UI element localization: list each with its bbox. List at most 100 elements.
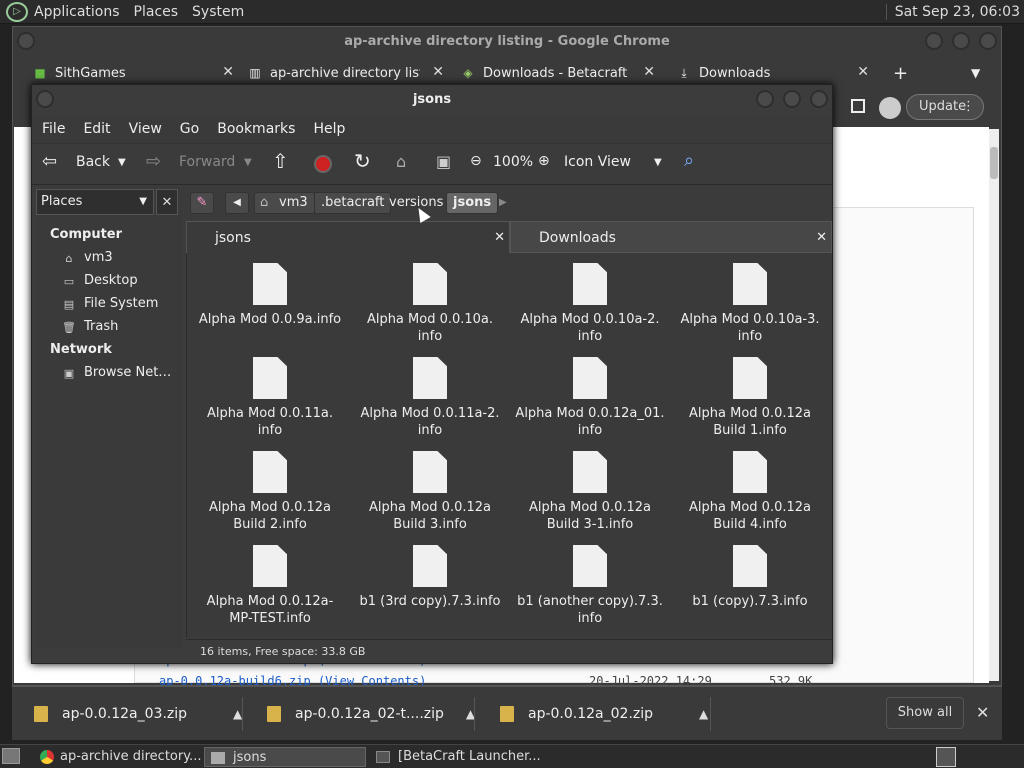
file-item[interactable]: b1 (3rd copy).7.3.info bbox=[355, 545, 505, 610]
close-pane-icon[interactable]: ✕ bbox=[494, 222, 505, 254]
computer-icon[interactable]: ▣ bbox=[436, 152, 451, 171]
breadcrumb-betacraft[interactable]: .betacraft bbox=[314, 192, 392, 214]
file-item[interactable]: Alpha Mod 0.0.10a-2. info bbox=[515, 263, 665, 345]
home-icon[interactable]: ⌂ bbox=[396, 152, 406, 171]
sidebar-item-vm3[interactable]: ⌂ vm3 bbox=[62, 250, 113, 265]
file-item[interactable]: Alpha Mod 0.0.12a Build 3.info bbox=[355, 451, 505, 533]
workspace-switcher-icon[interactable] bbox=[936, 747, 956, 767]
sidebar-item-filesystem[interactable]: ▤ File System bbox=[62, 296, 159, 311]
view-mode-select[interactable]: Icon View bbox=[564, 154, 631, 170]
forward-arrow-icon[interactable]: ⇨ bbox=[146, 151, 161, 172]
sidebar-item-desktop[interactable]: ▭ Desktop bbox=[62, 273, 138, 288]
close-tab-icon[interactable]: ✕ bbox=[432, 64, 444, 80]
reload-icon[interactable]: ↻ bbox=[354, 149, 371, 173]
file-name: Alpha Mod 0.0.12a Build 3-1.info bbox=[529, 500, 651, 532]
task-jsons[interactable]: jsons bbox=[204, 747, 366, 767]
menu-file[interactable]: File bbox=[42, 121, 65, 137]
download-item[interactable]: ap-0.0.12a_03.zip ▲ bbox=[34, 687, 242, 741]
file-item[interactable]: Alpha Mod 0.0.9a.info bbox=[195, 263, 345, 328]
page-scrollbar[interactable] bbox=[989, 129, 999, 681]
forward-history-chevron-icon[interactable]: ▼ bbox=[244, 157, 252, 168]
back-button[interactable]: Back bbox=[76, 154, 110, 170]
edit-location-icon[interactable]: ✎ bbox=[190, 192, 214, 214]
tab-sithgames[interactable]: ■ SithGames ✕ bbox=[33, 59, 238, 87]
maximize-button[interactable] bbox=[783, 90, 801, 108]
menu-places[interactable]: Places bbox=[134, 4, 179, 20]
file-item[interactable]: b1 (another copy).7.3. info bbox=[515, 545, 665, 627]
file-item[interactable]: Alpha Mod 0.0.12a_01. info bbox=[515, 357, 665, 439]
sidepanel-icon[interactable] bbox=[851, 99, 865, 113]
window-menu-button[interactable] bbox=[17, 32, 35, 50]
stop-icon[interactable] bbox=[314, 155, 332, 173]
file-item[interactable]: b1 (copy).7.3.info bbox=[675, 545, 825, 610]
menu-system[interactable]: System bbox=[192, 4, 244, 20]
tab-downloads-betacraft[interactable]: ◈ Downloads - Betacraft ✕ bbox=[461, 59, 659, 87]
up-arrow-icon[interactable]: ⇧ bbox=[272, 149, 289, 173]
minimize-button[interactable] bbox=[756, 90, 774, 108]
file-item[interactable]: Alpha Mod 0.0.12a Build 3-1.info bbox=[515, 451, 665, 533]
file-item[interactable]: Alpha Mod 0.0.12a Build 1.info bbox=[675, 357, 825, 439]
task-betacraft[interactable]: [BetaCraft Launcher... bbox=[370, 747, 550, 767]
new-tab-icon[interactable]: + bbox=[893, 59, 913, 87]
back-history-chevron-icon[interactable]: ▼ bbox=[118, 157, 126, 168]
tab-downloads[interactable]: ⤓ Downloads ✕ bbox=[677, 59, 873, 87]
download-item[interactable]: ap-0.0.12a_02-t....zip ▲ bbox=[267, 687, 475, 741]
scrollbar-thumb[interactable] bbox=[990, 147, 998, 179]
places-dropdown[interactable]: Places ▼ bbox=[36, 189, 154, 215]
minimize-button[interactable] bbox=[925, 32, 943, 50]
menu-applications[interactable]: Applications bbox=[34, 4, 120, 20]
profile-avatar-icon[interactable] bbox=[879, 97, 901, 119]
close-tab-icon[interactable]: ✕ bbox=[857, 64, 869, 80]
breadcrumb-left-chevron-icon[interactable]: ◀ bbox=[225, 192, 249, 214]
forward-button[interactable]: Forward bbox=[179, 154, 235, 170]
clock[interactable]: Sat Sep 23, 06:03 bbox=[885, 4, 1020, 20]
close-tab-icon[interactable]: ✕ bbox=[222, 64, 234, 80]
menu-view[interactable]: View bbox=[129, 121, 162, 137]
close-button[interactable] bbox=[810, 90, 828, 108]
file-item[interactable]: Alpha Mod 0.0.12a- MP-TEST.info bbox=[195, 545, 345, 627]
breadcrumb-jsons[interactable]: jsons bbox=[446, 192, 499, 214]
sidebar-item-browse-network[interactable]: ▣ Browse Net… bbox=[62, 365, 172, 380]
search-icon[interactable]: ⌕ bbox=[684, 150, 694, 171]
file-item[interactable]: Alpha Mod 0.0.11a. info bbox=[195, 357, 345, 439]
close-sidebar-icon[interactable]: ✕ bbox=[156, 189, 178, 215]
update-button[interactable]: Update ⋮ bbox=[906, 94, 984, 120]
close-pane-icon[interactable]: ✕ bbox=[816, 222, 827, 254]
tab-label: Downloads bbox=[699, 65, 771, 81]
chevron-up-icon[interactable]: ▲ bbox=[233, 707, 242, 721]
tab-ap-archive[interactable]: ▥ ap-archive directory listing ✕ bbox=[248, 59, 448, 87]
file-name: Alpha Mod 0.0.10a-2. info bbox=[520, 312, 660, 344]
pane-tab-jsons[interactable]: jsons ✕ bbox=[186, 221, 510, 253]
zoom-out-icon[interactable]: ⊖ bbox=[470, 153, 482, 169]
window-menu-button[interactable] bbox=[36, 90, 54, 108]
show-all-button[interactable]: Show all bbox=[886, 697, 964, 729]
close-button[interactable] bbox=[979, 32, 997, 50]
text-file-icon bbox=[253, 357, 287, 399]
close-downloads-bar-icon[interactable]: ✕ bbox=[976, 703, 989, 722]
file-item[interactable]: Alpha Mod 0.0.12a Build 4.info bbox=[675, 451, 825, 533]
task-chrome[interactable]: ap-archive directory... bbox=[34, 747, 201, 767]
file-item[interactable]: Alpha Mod 0.0.10a. info bbox=[355, 263, 505, 345]
menu-edit[interactable]: Edit bbox=[83, 121, 110, 137]
show-desktop-icon[interactable] bbox=[2, 748, 20, 764]
maximize-button[interactable] bbox=[952, 32, 970, 50]
back-arrow-icon[interactable]: ⇦ bbox=[42, 151, 57, 172]
download-item[interactable]: ap-0.0.12a_02.zip ▲ bbox=[500, 687, 708, 741]
view-mode-chevron-icon[interactable]: ▼ bbox=[654, 157, 662, 168]
menu-go[interactable]: Go bbox=[180, 121, 199, 137]
pane-tab-label: Downloads bbox=[539, 230, 616, 246]
pane-tab-downloads[interactable]: Downloads ✕ bbox=[510, 221, 832, 253]
breadcrumb-vm3[interactable]: ⌂ vm3 bbox=[254, 192, 315, 214]
distro-logo-icon[interactable]: ▷ bbox=[6, 1, 28, 22]
file-item[interactable]: Alpha Mod 0.0.12a Build 2.info bbox=[195, 451, 345, 533]
menu-help[interactable]: Help bbox=[313, 121, 345, 137]
breadcrumb-right-chevron-icon[interactable]: ▶ bbox=[492, 192, 514, 214]
tab-search-chevron-icon[interactable]: ▼ bbox=[971, 59, 991, 87]
zoom-in-icon[interactable]: ⊕ bbox=[538, 153, 550, 169]
menu-bookmarks[interactable]: Bookmarks bbox=[217, 121, 295, 137]
file-item[interactable]: Alpha Mod 0.0.10a-3. info bbox=[675, 263, 825, 345]
sidebar-item-trash[interactable]: 🗑 Trash bbox=[62, 319, 118, 334]
close-tab-icon[interactable]: ✕ bbox=[643, 64, 655, 80]
chevron-up-icon[interactable]: ▲ bbox=[699, 707, 708, 721]
file-item[interactable]: Alpha Mod 0.0.11a-2. info bbox=[355, 357, 505, 439]
